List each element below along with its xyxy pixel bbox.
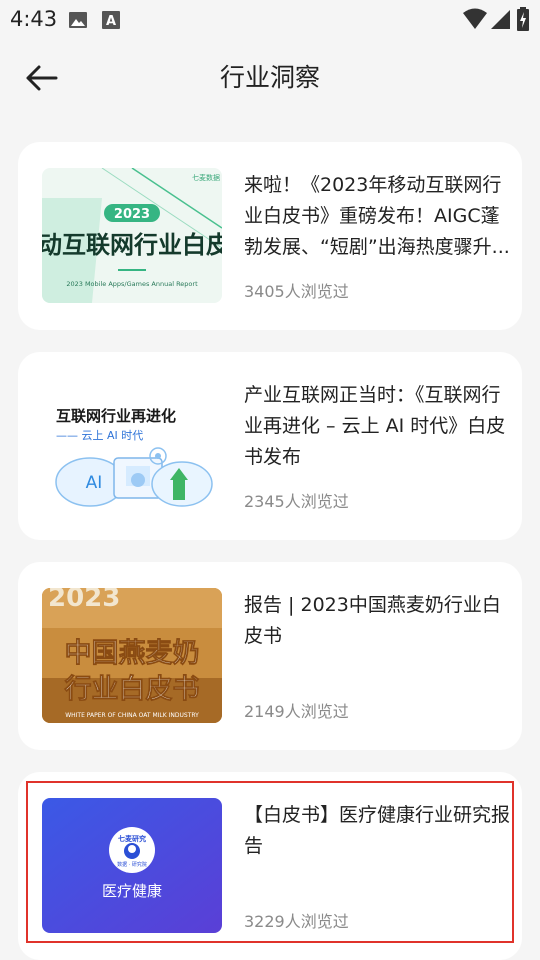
article-card[interactable]: 七麦数据 2023 动互联网行业白皮 2023 Mobile Apps/Game… bbox=[18, 142, 522, 330]
article-thumbnail: 2023 中国燕麦奶 行业白皮书 WHITE PAPER OF CHINA OA… bbox=[42, 588, 222, 723]
article-title: 产业互联网正当时：《互联网行业再进化 – 云上 AI 时代》白皮书发布 bbox=[244, 384, 506, 468]
a-badge-icon: A bbox=[102, 11, 120, 29]
thumb-subtitle: 2023 Mobile Apps/Games Annual Report bbox=[66, 280, 198, 288]
view-count: 3405人浏览过 bbox=[244, 282, 349, 301]
app-header: 行业洞察 bbox=[0, 40, 540, 112]
article-thumbnail: 七麦数据 2023 动互联网行业白皮 2023 Mobile Apps/Game… bbox=[42, 168, 222, 303]
image-icon bbox=[69, 12, 87, 28]
article-card[interactable]: 互联网行业再进化 —— 云上 AI 时代 AI 产业互联网正当时：《互联网行业再… bbox=[18, 352, 522, 540]
thumb-ai-label: AI bbox=[86, 473, 103, 493]
article-thumbnail: 互联网行业再进化 —— 云上 AI 时代 AI bbox=[42, 378, 222, 513]
signal-icon bbox=[491, 10, 510, 29]
view-count: 2345人浏览过 bbox=[244, 492, 349, 511]
thumb-headline: 互联网行业再进化 bbox=[56, 407, 176, 425]
article-title: 来啦！《2023年移动互联网行业白皮书》重磅发布！AIGC蓬勃发展、“短剧”出海… bbox=[244, 174, 510, 258]
thumb-year: 2023 bbox=[48, 588, 120, 613]
wifi-icon bbox=[463, 8, 487, 29]
selection-highlight bbox=[26, 781, 514, 943]
article-title: 报告 | 2023中国燕麦奶行业白皮书 bbox=[244, 594, 501, 647]
battery-charging-icon bbox=[517, 7, 529, 31]
article-card[interactable]: 2023 中国燕麦奶 行业白皮书 WHITE PAPER OF CHINA OA… bbox=[18, 562, 522, 750]
thumb-headline: 动互联网行业白皮 bbox=[42, 231, 222, 259]
thumb-subtitle: WHITE PAPER OF CHINA OAT MILK INDUSTRY bbox=[65, 712, 199, 719]
publisher-logo-text: 七麦数据 bbox=[192, 173, 220, 182]
thumb-year: 2023 bbox=[114, 207, 150, 222]
page-title: 行业洞察 bbox=[219, 63, 320, 92]
thumb-headline-line1: 中国燕麦奶 bbox=[65, 638, 200, 669]
view-count: 2149人浏览过 bbox=[244, 702, 349, 721]
svg-text:A: A bbox=[106, 14, 116, 29]
thumb-headline-line2: 行业白皮书 bbox=[64, 673, 200, 705]
status-time: 4:43 bbox=[10, 7, 58, 31]
thumb-subtitle: —— 云上 AI 时代 bbox=[56, 429, 143, 442]
status-bar: 4:43 A bbox=[0, 0, 540, 40]
